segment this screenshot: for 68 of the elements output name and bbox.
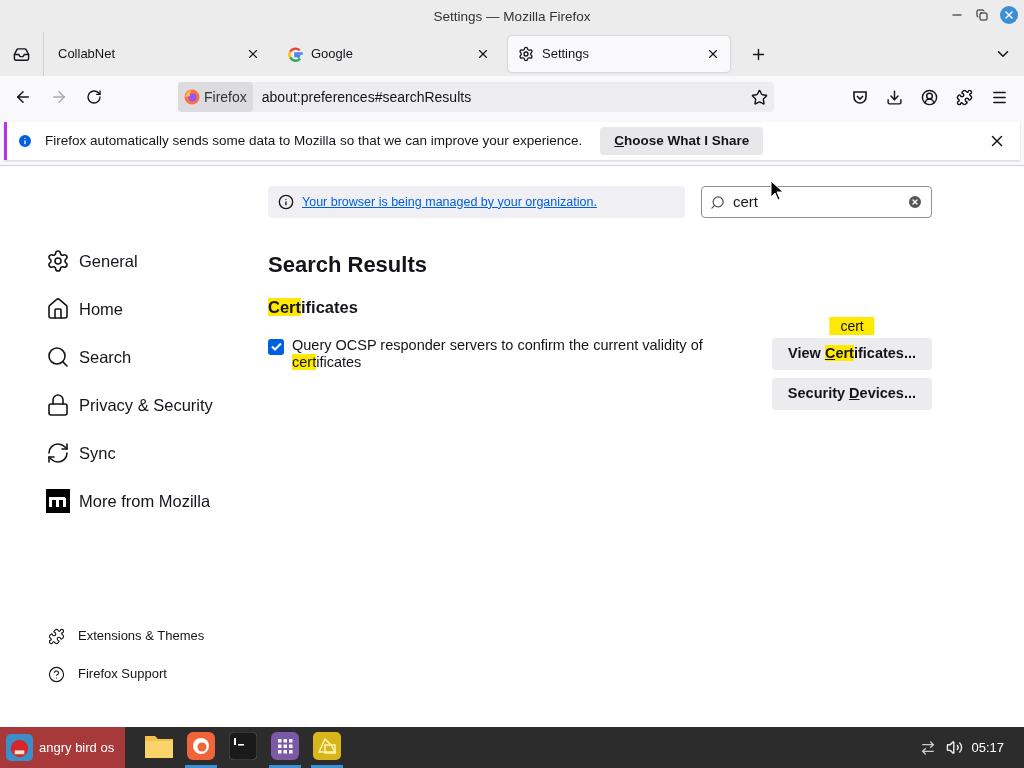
settings-icon (518, 46, 534, 62)
settings-button[interactable]: Security Devices... (771, 377, 932, 410)
account-icon[interactable] (921, 88, 938, 106)
checkbox[interactable] (268, 338, 284, 355)
checkmark-icon (270, 342, 282, 352)
firefox-logo-icon[interactable] (187, 732, 215, 760)
bird-icon (6, 734, 33, 761)
home-icon (46, 297, 70, 321)
sidebar-item[interactable]: Home (46, 297, 268, 321)
sidebar-item[interactable]: Search (46, 345, 268, 369)
sidebar-item[interactable]: Sync (46, 441, 268, 465)
search-tooltip: cert (829, 316, 875, 335)
browser-tab[interactable]: Google (278, 36, 500, 72)
clear-icon[interactable] (907, 194, 923, 210)
puzzle-icon (48, 627, 65, 645)
page-heading: Search Results (268, 251, 427, 279)
info-icon (278, 194, 294, 210)
close-tab-icon[interactable] (706, 47, 720, 61)
search-icon (46, 345, 70, 369)
managed-link[interactable]: Your browser is being managed by your organization. (302, 192, 597, 212)
window-title: Settings — Mozilla Firefox (433, 9, 591, 24)
tab-title: Google (311, 45, 354, 64)
clock: 05:17 (971, 738, 1004, 757)
close-icon (1003, 9, 1015, 21)
reload-icon[interactable] (86, 89, 102, 105)
back-icon[interactable] (14, 88, 32, 106)
pocket-icon[interactable] (852, 89, 868, 105)
terminal-icon[interactable] (229, 732, 257, 760)
network-icon[interactable] (920, 739, 937, 756)
browser-tab[interactable]: CollabNet (48, 36, 270, 72)
settings-icon (46, 249, 70, 273)
sidebar-link[interactable]: Firefox Support (48, 665, 268, 683)
download-icon[interactable] (886, 88, 903, 106)
folder-icon[interactable] (144, 733, 174, 759)
maximize-icon[interactable] (976, 9, 988, 21)
tab-title: Settings (542, 45, 590, 64)
help-icon (48, 665, 65, 683)
checkbox-label: Query OCSP responder servers to confirm the current validity of certificates (292, 336, 704, 371)
google-logo-icon (288, 46, 303, 62)
address-bar[interactable]: Firefox about:preferences#searchResults (178, 82, 774, 112)
close-tab-icon[interactable] (476, 47, 490, 61)
browser-tab[interactable]: Settings (508, 36, 730, 72)
url-text: about:preferences#searchResults (261, 87, 473, 107)
shapes-app-icon[interactable] (313, 732, 341, 760)
firefox-view-icon[interactable] (13, 45, 30, 63)
volume-icon[interactable] (946, 739, 964, 756)
sidebar-item[interactable]: More from Mozilla (46, 489, 268, 513)
search-field[interactable]: cert (701, 186, 932, 218)
notification-message: Firefox automatically sends some data to Mozilla so that we can improve your experience. (45, 131, 583, 150)
sidebar-item[interactable]: General (46, 249, 268, 273)
identity-badge[interactable]: Firefox (178, 82, 253, 112)
section-heading: Certificates (268, 297, 358, 318)
padlock-icon (46, 393, 70, 417)
choose-what-i-share-button[interactable]: Choose What I Share (600, 127, 764, 155)
sync-icon (46, 441, 70, 465)
sidebar-item[interactable]: Privacy & Security (46, 393, 268, 417)
mozilla-logo-icon (46, 489, 70, 513)
extensions-icon[interactable] (956, 88, 973, 106)
start-button[interactable]: angry bird os (0, 727, 125, 768)
close-tab-icon[interactable] (246, 47, 260, 61)
info-icon (17, 133, 33, 149)
tab-title: CollabNet (58, 45, 117, 64)
sidebar-link[interactable]: Extensions & Themes (48, 627, 268, 645)
firefox-logo-icon (184, 89, 200, 105)
bookmark-star-icon[interactable] (751, 88, 768, 106)
close-window-button[interactable] (1000, 6, 1018, 24)
app-grid-icon[interactable] (271, 732, 299, 760)
search-icon (710, 194, 725, 210)
